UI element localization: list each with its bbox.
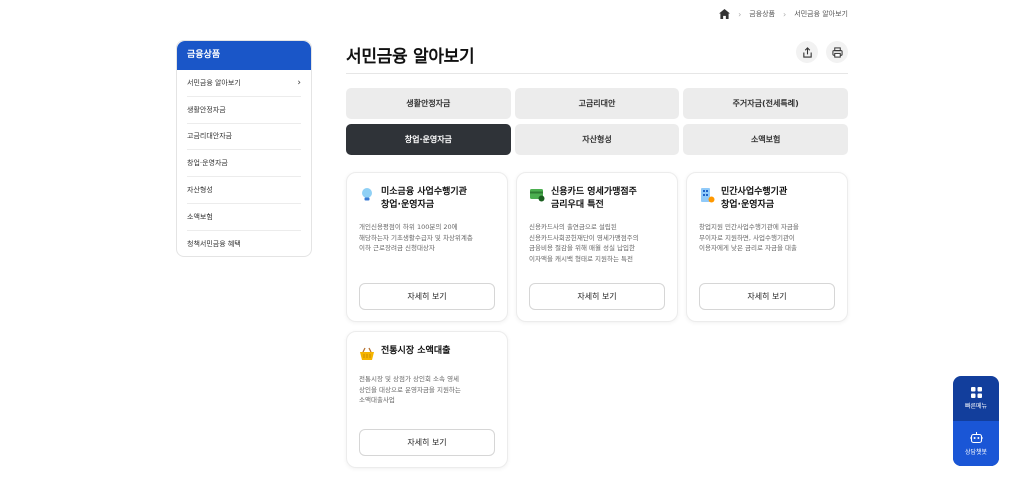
sidebar-item-startup[interactable]: 창업·운영자금 bbox=[187, 150, 301, 178]
sidebar-item-label: 고금리대안자금 bbox=[187, 132, 233, 141]
sidebar-item-insurance[interactable]: 소액보험 bbox=[187, 204, 301, 231]
sidebar-title: 금융상품 bbox=[177, 41, 311, 70]
print-button[interactable] bbox=[826, 41, 848, 63]
category-tabs: 생활안정자금 고금리대안 주거자금(전세특례) 창업·운영자금 자산형성 소액보… bbox=[346, 88, 848, 155]
sidebar-item-asset[interactable]: 자산형성 bbox=[187, 177, 301, 204]
tab-startup-fund[interactable]: 창업·운영자금 bbox=[346, 124, 511, 155]
card-title: 금리우대 특전 bbox=[551, 200, 604, 210]
breadcrumb-item[interactable]: 금융상품 bbox=[749, 9, 775, 19]
card-description: 창업지원 민간사업수행기관에 자금을 무이자로 지원하면, 사업수행기관이 이용… bbox=[687, 212, 847, 254]
chatbot-button[interactable]: 상담챗봇 bbox=[953, 421, 999, 466]
sidebar-item-label: 소액보험 bbox=[187, 212, 213, 221]
product-card: 전통시장 소액대출 전통시장 및 상점가 상인회 소속 영세 상인을 대상으로 … bbox=[346, 331, 508, 468]
sidebar-item-label: 자산형성 bbox=[187, 186, 213, 195]
building-icon bbox=[701, 188, 715, 203]
details-button[interactable]: 자세히 보기 bbox=[699, 283, 835, 310]
chevron-right-icon: › bbox=[783, 9, 787, 19]
card-desc-line: 신용카드사회공헌재단이 영세가맹점주의 bbox=[529, 233, 639, 242]
details-button[interactable]: 자세히 보기 bbox=[359, 283, 495, 310]
share-icon bbox=[802, 46, 812, 58]
card-desc-line: 소액대출사업 bbox=[359, 396, 395, 404]
quick-menu-button[interactable]: 빠른메뉴 bbox=[953, 376, 999, 421]
breadcrumb-item-current: 서민금융 알아보기 bbox=[794, 10, 848, 18]
robot-icon bbox=[969, 431, 983, 443]
title-actions bbox=[796, 41, 848, 63]
sidebar-list: 서민금융 알아보기 › 생활안정자금 고금리대안자금 창업·운영자금 자산형성 … bbox=[177, 70, 311, 256]
tab-micro-insurance[interactable]: 소액보험 bbox=[683, 124, 848, 155]
chevron-right-icon: › bbox=[738, 9, 742, 19]
card-title: 창업·운영자금 bbox=[381, 200, 435, 210]
floating-menu: 빠른메뉴 상담챗봇 bbox=[953, 376, 999, 466]
printer-icon bbox=[831, 46, 843, 58]
details-button[interactable]: 자세히 보기 bbox=[529, 283, 665, 310]
page-title: 서민금융 알아보기 bbox=[346, 47, 475, 67]
card-desc-line: 신용카드사의 출연금으로 설립된 bbox=[529, 223, 617, 231]
sidebar-item-overview[interactable]: 서민금융 알아보기 › bbox=[187, 70, 301, 97]
card-desc-line: 이자액을 캐시백 형태로 지원하는 특전 bbox=[529, 254, 633, 263]
breadcrumb: › 금융상품 › 서민금융 알아보기 bbox=[719, 9, 848, 19]
card-description: 개인신용평점이 하위 100분의 20에 해당하는자 기초생활수급자 및 차상위… bbox=[347, 212, 507, 254]
card-desc-line: 전통시장 및 상점가 상인회 소속 영세 bbox=[359, 375, 460, 383]
share-button[interactable] bbox=[796, 41, 818, 63]
sidebar-item-label: 서민금융 알아보기 bbox=[187, 78, 241, 87]
sidebar-item-living[interactable]: 생활안정자금 bbox=[187, 97, 301, 124]
card-description: 신용카드사의 출연금으로 설립된 신용카드사회공헌재단이 영세가맹점주의 금융비… bbox=[517, 212, 677, 264]
tab-housing-fund[interactable]: 주거자금(전세특례) bbox=[683, 88, 848, 119]
grid-icon bbox=[970, 387, 982, 398]
product-card: 민간사업수행기관 창업·운영자금 창업지원 민간사업수행기관에 자금을 무이자로… bbox=[686, 172, 848, 322]
tab-asset-building[interactable]: 자산형성 bbox=[514, 124, 680, 155]
card-icon bbox=[530, 189, 545, 202]
tab-high-rate-alternative[interactable]: 고금리대안 bbox=[514, 88, 680, 119]
product-card: 신용카드 영세가맹점주 금리우대 특전 신용카드사의 출연금으로 설립된 신용카… bbox=[516, 172, 678, 322]
card-desc-line: 이하 근로장려금 신청대상자 bbox=[359, 244, 435, 252]
sidebar-item-label: 창업·운영자금 bbox=[187, 159, 228, 168]
sidebar-item-benefits[interactable]: 청책서민금융 혜택 bbox=[187, 231, 301, 256]
details-button[interactable]: 자세히 보기 bbox=[359, 429, 495, 456]
chevron-right-icon: › bbox=[297, 77, 301, 88]
card-title: 신용카드 영세가맹점주 bbox=[551, 187, 637, 197]
card-desc-line: 창업지원 민간사업수행기관에 자금을 bbox=[699, 223, 799, 231]
card-desc-line: 개인신용평점이 하위 100분의 20에 bbox=[359, 223, 458, 231]
card-title: 미소금융 사업수행기관 bbox=[381, 187, 467, 197]
card-title: 전통시장 소액대출 bbox=[381, 346, 451, 356]
lightbulb-icon bbox=[362, 188, 372, 201]
card-desc-line: 이용자에게 낮은 금리로 자금을 대출 bbox=[699, 244, 797, 252]
basket-icon bbox=[360, 347, 374, 360]
card-title: 민간사업수행기관 bbox=[721, 187, 788, 197]
sidebar-item-high-rate-alt[interactable]: 고금리대안자금 bbox=[187, 124, 301, 151]
sidebar-item-label: 생활안정자금 bbox=[187, 105, 226, 114]
sidebar: 금융상품 서민금융 알아보기 › 생활안정자금 고금리대안자금 창업·운영자금 … bbox=[176, 40, 312, 257]
chatbot-label: 상담챗봇 bbox=[964, 448, 988, 456]
card-desc-line: 무이자로 지원하면, 사업수행기관이 bbox=[699, 233, 795, 242]
sidebar-item-label: 청책서민금융 혜택 bbox=[187, 239, 241, 248]
title-divider bbox=[346, 73, 848, 74]
card-desc-line: 해당하는자 기초생활수급자 및 차상위계층 bbox=[359, 233, 473, 242]
card-description: 전통시장 및 상점가 상인회 소속 영세 상인을 대상으로 운영자금을 지원하는… bbox=[347, 362, 507, 406]
quick-menu-label: 빠른메뉴 bbox=[964, 403, 988, 410]
product-card: 미소금융 사업수행기관 창업·운영자금 개인신용평점이 하위 100분의 20에… bbox=[346, 172, 508, 322]
card-desc-line: 금융비용 절감을 위해 매월 성실 납입한 bbox=[529, 244, 636, 252]
home-icon[interactable] bbox=[719, 9, 731, 19]
card-title: 창업·운영자금 bbox=[721, 200, 775, 210]
card-desc-line: 상인을 대상으로 운영자금을 지원하는 bbox=[359, 385, 461, 394]
tab-living-fund[interactable]: 생활안정자금 bbox=[346, 88, 511, 119]
